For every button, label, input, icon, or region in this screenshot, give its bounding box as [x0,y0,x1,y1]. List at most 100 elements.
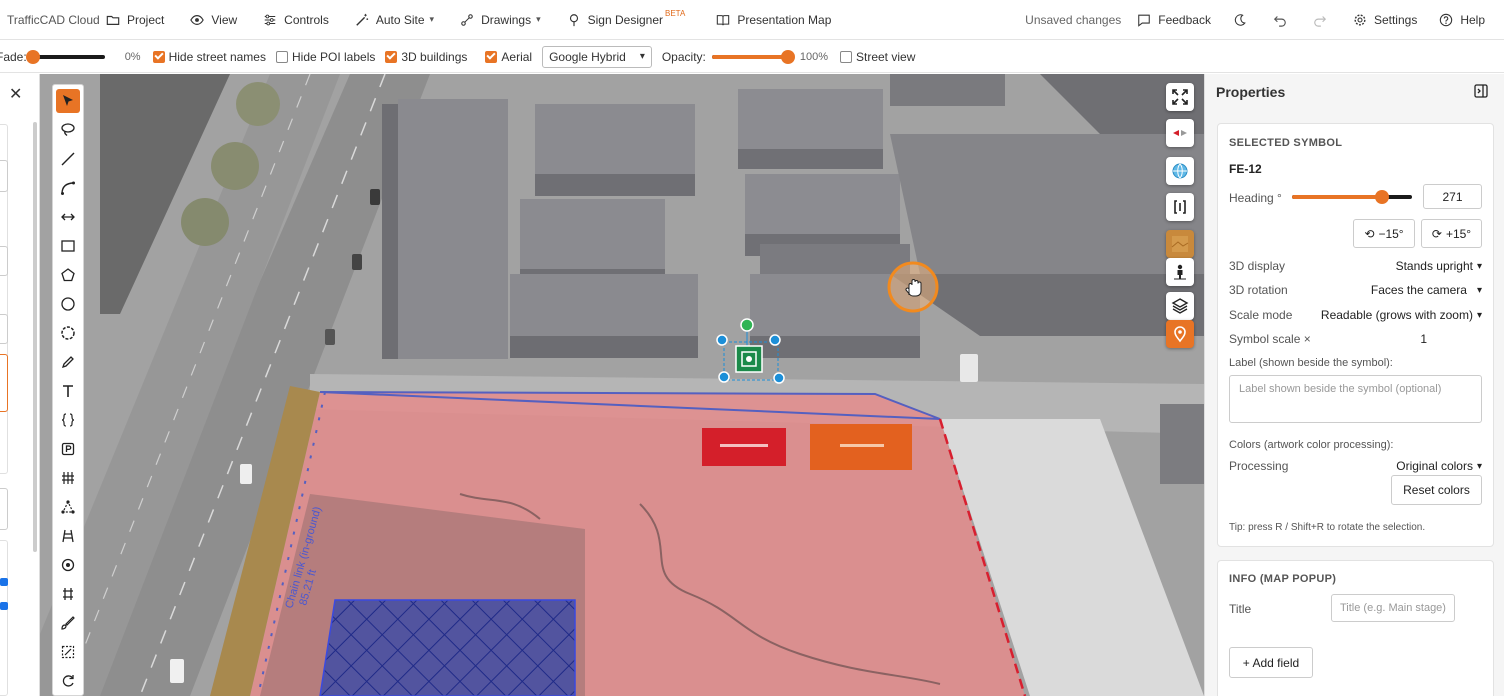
checkbox-box[interactable] [840,50,852,63]
info-title-input[interactable]: Title (e.g. Main stage) [1331,594,1455,622]
menu-view[interactable]: View [190,13,237,27]
select-tool[interactable] [56,89,80,113]
redo-button[interactable] [1313,13,1327,27]
brush-tool[interactable] [56,611,80,635]
car [325,329,335,345]
symbol-scale-input[interactable]: 1 [1420,332,1427,346]
heading-input[interactable]: 271 [1423,184,1482,209]
panel-input-fragment[interactable] [0,314,8,344]
selected-symbol-heading: SELECTED SYMBOL [1229,137,1343,149]
scale-mode-select[interactable]: Readable (grows with zoom) ▾ [1321,308,1482,322]
opacity-slider-fill [711,54,788,59]
basemap-thumbnail-button[interactable] [1166,230,1194,258]
checkbox-box[interactable] [385,50,398,63]
map-canvas[interactable]: Chain link (in-ground) 85.21 ft [40,74,1204,696]
aerial-checkbox[interactable]: Aerial [485,50,532,64]
checkbox-checked[interactable] [0,578,8,586]
hide-street-names-checkbox[interactable]: Hide street names [152,50,266,64]
compass-button[interactable] [1166,119,1194,147]
feedback-button[interactable]: Feedback [1137,13,1211,27]
label-tool[interactable] [56,408,80,432]
hide-poi-labels-checkbox[interactable]: Hide POI labels [275,50,375,64]
resize-handle[interactable] [718,371,730,383]
car [170,659,184,683]
reset-colors-button[interactable]: Reset colors [1391,475,1482,505]
aerial-map-scene[interactable]: Chain link (in-ground) 85.21 ft [40,74,1204,696]
checkbox-box[interactable] [152,50,165,63]
menu-auto-site[interactable]: Auto Site ▾ [355,13,434,27]
symbol-label-textarea[interactable]: Label shown beside the symbol (optional) [1229,375,1482,423]
rectangle-tool[interactable] [56,234,80,258]
menu-drawings[interactable]: Drawings ▾ [460,13,541,27]
opacity-slider[interactable] [711,49,795,64]
heading-slider-knob[interactable] [1375,190,1389,204]
pencil-tool[interactable] [56,350,80,374]
heading-label: Heading ° [1229,191,1282,205]
basemap-select[interactable]: Google Hybrid ▾ [542,45,652,68]
menu-project[interactable]: Project [106,13,164,27]
globe-view-button[interactable] [1166,157,1194,185]
panel-input-fragment[interactable] [0,160,8,192]
target-tool[interactable] [56,553,80,577]
panel-highlighted-fragment[interactable] [0,354,8,412]
street-view-pegman-button[interactable] [1166,258,1194,286]
curve-icon [61,181,75,195]
rotate-plus-15-button[interactable]: ⟳ +15° [1421,219,1482,248]
crosswalk-tool[interactable] [56,466,80,490]
fullscreen-button[interactable] [1166,83,1194,111]
street-view-checkbox[interactable]: Street view [840,50,915,64]
hatched-zone[interactable] [319,599,576,696]
lasso-tool[interactable] [56,118,80,142]
fade-slider-knob[interactable] [25,49,40,64]
polygon-tool[interactable] [56,263,80,287]
add-field-button[interactable]: + Add field [1229,647,1313,678]
dark-mode-toggle[interactable] [1233,13,1247,27]
split-view-button[interactable] [1166,193,1194,221]
heading-slider[interactable] [1292,190,1412,204]
panel-select-fragment[interactable] [0,246,8,276]
location-button[interactable] [1166,320,1194,348]
rotate-tool[interactable] [56,669,80,693]
resize-handle[interactable] [769,334,781,346]
resize-handle[interactable] [773,372,785,384]
vertex-tool[interactable] [56,495,80,519]
undo-icon [1273,16,1286,27]
circle-tool[interactable] [56,292,80,316]
text-tool[interactable] [56,379,80,403]
close-icon[interactable]: ✕ [9,84,22,104]
dashed-circle-tool[interactable] [56,321,80,345]
resize-handle[interactable] [716,334,728,346]
rotate-handle[interactable] [740,318,754,332]
layers-button[interactable] [1166,292,1194,320]
properties-panel: Properties SELECTED SYMBOL FE-12 Heading… [1204,74,1504,696]
processing-select[interactable]: Original colors ▾ [1396,459,1482,473]
rotate-minus-15-button[interactable]: ⟲ −15° [1353,219,1415,248]
building-block [745,174,900,256]
opacity-label: Opacity: [661,49,706,64]
collapse-panel-icon[interactable] [1474,84,1488,98]
menu-sign-designer[interactable]: Sign Designer BETA [567,9,691,27]
chevron-down-icon: ▾ [536,14,541,24]
measure-tool[interactable] [56,205,80,229]
fade-slider[interactable] [25,49,105,64]
opacity-slider-knob[interactable] [780,49,795,64]
clip-tool[interactable] [56,640,80,664]
line-tool[interactable] [56,147,80,171]
checkbox-checked[interactable] [0,602,8,610]
menu-presentation-map[interactable]: Presentation Map [716,13,831,27]
barrier-tool[interactable] [56,524,80,548]
checkbox-box[interactable] [275,50,288,63]
curve-tool[interactable] [56,176,80,200]
settings-button[interactable]: Settings [1353,13,1417,27]
checkbox-box[interactable] [485,50,498,63]
panel-scrollbar[interactable] [33,122,37,552]
3d-rotation-select[interactable]: Faces the camera ▾ [1371,283,1482,297]
help-button[interactable]: Help [1439,13,1485,27]
3d-display-select[interactable]: Stands upright ▾ [1396,259,1482,273]
panel-select-fragment[interactable] [0,488,8,530]
track-tool[interactable] [56,582,80,606]
3d-buildings-checkbox[interactable]: 3D buildings [385,50,467,64]
parking-symbol-tool[interactable] [56,437,80,461]
menu-controls[interactable]: Controls [263,13,329,27]
undo-button[interactable] [1273,13,1287,27]
